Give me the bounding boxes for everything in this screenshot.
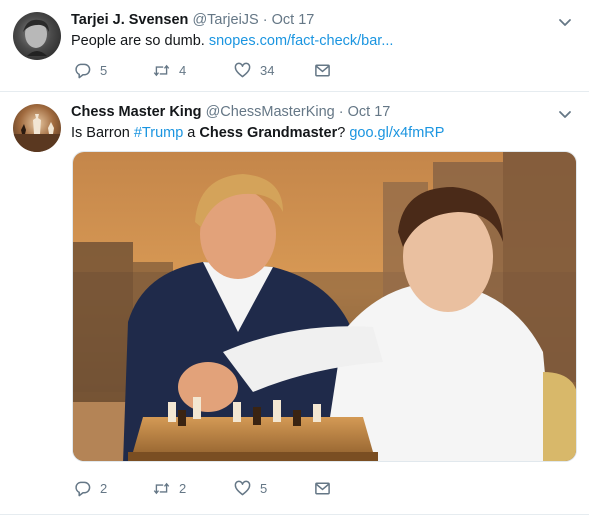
retweet-button[interactable]: 4 (153, 62, 234, 79)
retweet-icon (153, 64, 170, 77)
user-handle[interactable]: @TarjeiJS (192, 12, 258, 28)
retweet-icon (153, 482, 170, 495)
reply-count: 2 (100, 481, 108, 496)
separator-dot: · (262, 12, 268, 28)
tweet-text: Is Barron #Trump a Chess Grandmaster? go… (71, 125, 444, 141)
tweet-photo[interactable] (72, 151, 577, 462)
tweet-actions: 5 4 34 (74, 62, 331, 79)
tweet-header: Tarjei J. Svensen @TarjeiJS · Oct 17 (71, 12, 314, 28)
tweet-text-body: People are so dumb. (71, 33, 205, 49)
envelope-icon (315, 64, 330, 77)
reply-icon (75, 63, 91, 79)
reply-button[interactable]: 2 (74, 480, 153, 497)
like-button[interactable]: 34 (234, 62, 314, 79)
user-handle[interactable]: @ChessMasterKing (206, 104, 335, 120)
like-count: 5 (260, 481, 268, 496)
tweet[interactable]: Chess Master King @ChessMasterKing · Oct… (0, 92, 589, 515)
reply-button[interactable]: 5 (74, 62, 153, 79)
direct-message-button[interactable] (314, 62, 331, 79)
display-name[interactable]: Tarjei J. Svensen (71, 12, 188, 28)
reply-count: 5 (100, 63, 108, 78)
tweet-link[interactable]: snopes.com/fact-check/bar... (209, 33, 394, 49)
tweet[interactable]: Tarjei J. Svensen @TarjeiJS · Oct 17 Peo… (0, 0, 589, 92)
chess-photo-image (73, 152, 576, 461)
hashtag-link[interactable]: #Trump (134, 125, 183, 141)
tweet-link[interactable]: goo.gl/x4fmRP (349, 125, 444, 141)
retweet-button[interactable]: 2 (153, 480, 234, 497)
like-button[interactable]: 5 (234, 480, 314, 497)
tweet-text-part: ? (337, 125, 350, 141)
tweet-date[interactable]: Oct 17 (348, 104, 391, 120)
display-name[interactable]: Chess Master King (71, 104, 202, 120)
heart-icon (234, 480, 251, 496)
retweet-count: 2 (179, 481, 187, 496)
tweet-text-part: Is Barron (71, 125, 134, 141)
heart-icon (234, 62, 251, 78)
like-count: 34 (260, 63, 275, 78)
direct-message-button[interactable] (314, 480, 331, 497)
tweet-text-bold: Chess Grandmaster (199, 125, 338, 141)
tweet-text: People are so dumb. snopes.com/fact-chec… (71, 33, 393, 49)
tweet-text-part: a (183, 125, 200, 141)
reply-icon (75, 481, 91, 497)
avatar[interactable] (13, 104, 61, 152)
tweet-date[interactable]: Oct 17 (272, 12, 315, 28)
tweet-actions: 2 2 5 (74, 480, 331, 497)
tweet-header: Chess Master King @ChessMasterKing · Oct… (71, 104, 390, 120)
avatar[interactable] (13, 12, 61, 60)
chevron-down-icon[interactable] (557, 106, 573, 122)
separator-dot: · (338, 104, 344, 120)
chevron-down-icon[interactable] (557, 14, 573, 30)
envelope-icon (315, 482, 330, 495)
retweet-count: 4 (179, 63, 187, 78)
